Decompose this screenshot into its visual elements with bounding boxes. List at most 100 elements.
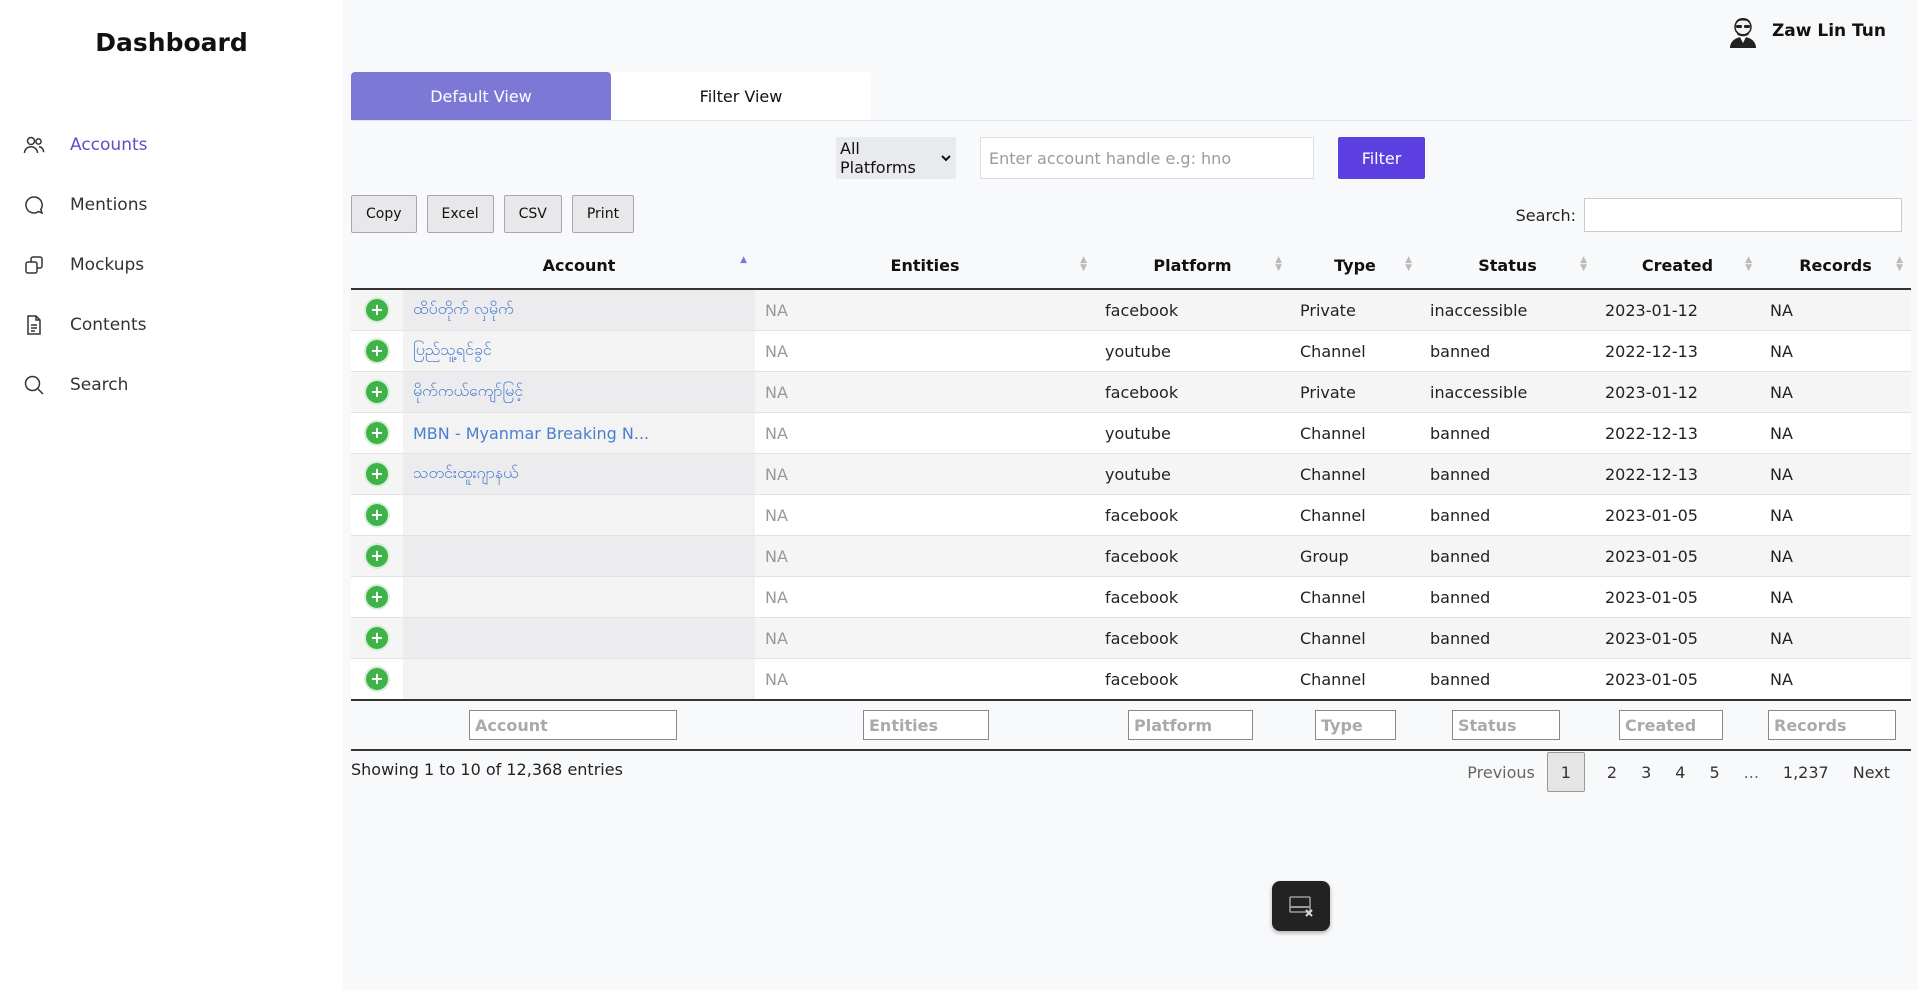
table-row: + NA facebook Channel banned 2023-01-05 … — [351, 617, 1911, 659]
tab-default-view[interactable]: Default View — [351, 72, 611, 120]
copy-button[interactable]: Copy — [351, 195, 417, 233]
account-cell — [403, 658, 755, 701]
account-cell — [403, 576, 755, 618]
search-label: Search: — [1515, 205, 1576, 225]
pagination-page[interactable]: 3 — [1629, 763, 1663, 782]
status-cell: banned — [1420, 576, 1595, 618]
account-cell: MBN - Myanmar Breaking N... — [403, 412, 755, 454]
sort-icon: ▲ ▼ — [1080, 255, 1087, 273]
platform-cell: facebook — [1095, 494, 1290, 536]
expand-cell: + — [351, 371, 403, 413]
table-search-input[interactable] — [1584, 198, 1902, 232]
platform-select[interactable]: All Platforms — [836, 137, 956, 179]
pagination-page[interactable]: 5 — [1697, 763, 1731, 782]
document-icon — [22, 313, 46, 337]
pagination-page-last[interactable]: 1,237 — [1771, 763, 1841, 782]
column-header-platform[interactable]: Platform ▲ ▼ — [1095, 242, 1290, 290]
pagination-page[interactable]: 2 — [1595, 763, 1629, 782]
column-header-created[interactable]: Created ▲ ▼ — [1595, 242, 1760, 290]
column-header-label: Records — [1799, 255, 1872, 275]
expand-cell: + — [351, 576, 403, 618]
table-body: + ထိပ်တိုက် လှမိုက် NA facebook Private … — [351, 289, 1911, 701]
account-link[interactable]: မိုက်ကယ်ကျော်မြင့် — [413, 381, 523, 400]
sidebar-item-accounts[interactable]: Accounts — [22, 115, 148, 175]
platform-cell: facebook — [1095, 289, 1290, 331]
pagination-page[interactable]: 4 — [1663, 763, 1697, 782]
column-header-account[interactable]: Account ▲ — [403, 242, 755, 290]
sort-icon: ▲ ▼ — [1405, 255, 1412, 273]
pagination-next[interactable]: Next — [1841, 763, 1902, 782]
sidebar-item-mockups[interactable]: Mockups — [22, 235, 148, 295]
excel-button[interactable]: Excel — [426, 195, 494, 233]
chat-icon — [22, 193, 46, 217]
created-column-filter[interactable] — [1619, 710, 1723, 740]
expand-row-icon[interactable]: + — [366, 299, 388, 321]
expand-row-icon[interactable]: + — [366, 545, 388, 567]
column-header-records[interactable]: Records ▲ ▼ — [1760, 242, 1911, 290]
status-cell: banned — [1420, 658, 1595, 701]
type-cell: Channel — [1290, 658, 1420, 701]
type-cell: Channel — [1290, 617, 1420, 659]
expand-row-icon[interactable]: + — [366, 627, 388, 649]
column-header-expand — [351, 242, 403, 290]
accounts-table: Account ▲ Entities ▲ ▼ Platform ▲ ▼ Type ▲ ▼ St… — [351, 242, 1911, 751]
expand-row-icon[interactable]: + — [366, 586, 388, 608]
brand-title: Dashboard — [95, 28, 248, 57]
tab-filter-view[interactable]: Filter View — [611, 72, 871, 120]
type-cell: Group — [1290, 535, 1420, 577]
created-cell: 2023-01-05 — [1595, 658, 1760, 701]
account-handle-input[interactable] — [980, 137, 1314, 179]
status-cell: banned — [1420, 453, 1595, 495]
account-cell — [403, 535, 755, 577]
column-header-label: Status — [1478, 255, 1537, 275]
expand-cell: + — [351, 412, 403, 454]
user-menu[interactable]: Zaw Lin Tun — [1726, 14, 1886, 48]
expand-row-icon[interactable]: + — [366, 463, 388, 485]
expand-row-icon[interactable]: + — [366, 504, 388, 526]
table-row: + NA facebook Channel banned 2023-01-05 … — [351, 494, 1911, 536]
entities-cell: NA — [755, 453, 1095, 495]
account-link[interactable]: ထိပ်တိုက် လှမိုက် — [413, 299, 514, 318]
sort-icon: ▲ ▼ — [1745, 255, 1752, 273]
view-tabs: Default View Filter View — [351, 72, 1911, 121]
sort-icon: ▲ ▼ — [1580, 255, 1587, 273]
expand-row-icon[interactable]: + — [366, 340, 388, 362]
table-row: + ထိပ်တိုက် လှမိုက် NA facebook Private … — [351, 289, 1911, 331]
column-header-type[interactable]: Type ▲ ▼ — [1290, 242, 1420, 290]
print-button[interactable]: Print — [571, 195, 635, 233]
table-row: + ပြည်သူ့ရင်ခွင် NA youtube Channel bann… — [351, 330, 1911, 372]
sidebar-item-mentions[interactable]: Mentions — [22, 175, 148, 235]
column-header-label: Entities — [890, 255, 960, 275]
account-cell — [403, 494, 755, 536]
created-cell: 2023-01-05 — [1595, 535, 1760, 577]
column-header-label: Created — [1641, 255, 1714, 275]
sidebar-item-search[interactable]: Search — [22, 355, 148, 415]
column-header-entities[interactable]: Entities ▲ ▼ — [755, 242, 1095, 290]
floating-toolbar-button[interactable] — [1272, 881, 1330, 931]
column-header-status[interactable]: Status ▲ ▼ — [1420, 242, 1595, 290]
account-link[interactable]: MBN - Myanmar Breaking N... — [413, 424, 649, 443]
type-column-filter[interactable] — [1315, 710, 1396, 740]
pagination-page-current[interactable]: 1 — [1546, 752, 1585, 792]
column-filter-row — [351, 699, 1911, 751]
type-cell: Private — [1290, 371, 1420, 413]
entities-cell: NA — [755, 330, 1095, 372]
csv-button[interactable]: CSV — [503, 195, 562, 233]
status-cell: inaccessible — [1420, 371, 1595, 413]
expand-row-icon[interactable]: + — [366, 381, 388, 403]
account-link[interactable]: သတင်းထူးဂျာနယ် — [413, 463, 519, 482]
entities-column-filter[interactable] — [863, 710, 989, 740]
platform-column-filter[interactable] — [1128, 710, 1253, 740]
filter-button[interactable]: Filter — [1338, 137, 1425, 179]
pagination-previous[interactable]: Previous — [1455, 763, 1547, 782]
created-cell: 2023-01-12 — [1595, 371, 1760, 413]
sort-ascending-icon: ▲ — [740, 255, 747, 265]
expand-row-icon[interactable]: + — [366, 422, 388, 444]
sidebar-item-contents[interactable]: Contents — [22, 295, 148, 355]
status-column-filter[interactable] — [1452, 710, 1560, 740]
account-column-filter[interactable] — [469, 710, 677, 740]
account-link[interactable]: ပြည်သူ့ရင်ခွင် — [413, 340, 492, 359]
table-search: Search: — [1516, 198, 1902, 232]
records-column-filter[interactable] — [1768, 710, 1896, 740]
expand-row-icon[interactable]: + — [366, 668, 388, 690]
